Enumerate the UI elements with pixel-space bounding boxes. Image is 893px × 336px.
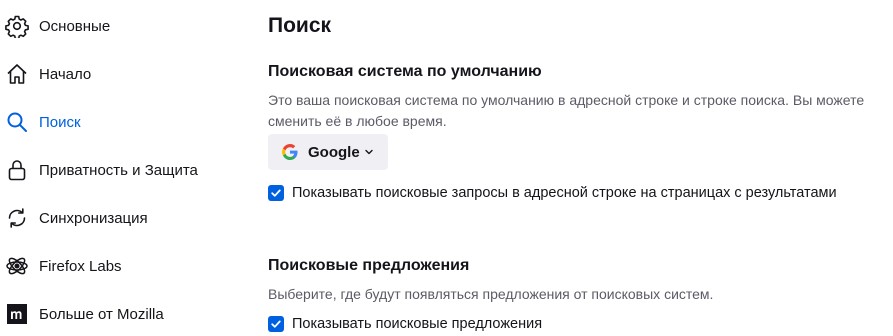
sidebar-item-general[interactable]: Основные [0, 4, 230, 48]
show-search-terms-row[interactable]: Показывать поисковые запросы в адресной … [268, 182, 837, 204]
sidebar-item-search[interactable]: Поиск [0, 100, 230, 144]
show-search-terms-label: Показывать поисковые запросы в адресной … [292, 185, 837, 201]
sidebar-item-label: Поиск [39, 113, 81, 131]
sidebar-item-privacy[interactable]: Приватность и Защита [0, 148, 230, 192]
main-content: Поиск Поисковая система по умолчанию Это… [268, 0, 893, 336]
sidebar: Основные Начало Поиск Приватность и Защи… [0, 0, 240, 336]
default-engine-label: Google [308, 143, 360, 161]
sidebar-item-firefox-labs[interactable]: Firefox Labs [0, 244, 230, 288]
gear-icon [4, 13, 30, 39]
page-title: Поиск [268, 14, 332, 37]
chevron-down-icon [364, 147, 374, 157]
sidebar-item-label: Основные [39, 17, 111, 35]
suggestions-description: Выберите, где будут появляться предложен… [268, 286, 714, 302]
show-suggestions-checkbox[interactable] [268, 316, 284, 332]
show-suggestions-label: Показывать поисковые предложения [292, 316, 543, 332]
show-suggestions-row[interactable]: Показывать поисковые предложения [268, 313, 542, 335]
search-icon [4, 109, 30, 135]
suggestions-heading: Поисковые предложения [268, 257, 470, 274]
sidebar-item-label: Приватность и Защита [39, 161, 198, 179]
sidebar-item-label: Начало [39, 65, 92, 83]
default-engine-description: Это ваша поисковая система по умолчанию … [268, 92, 865, 129]
google-icon [282, 144, 298, 160]
show-search-terms-checkbox[interactable] [268, 185, 284, 201]
sidebar-item-sync[interactable]: Синхронизация [0, 196, 230, 240]
default-engine-dropdown[interactable]: Google [268, 134, 388, 170]
sidebar-item-home[interactable]: Начало [0, 52, 230, 96]
sidebar-item-label: Синхронизация [39, 209, 148, 227]
sidebar-item-label: Firefox Labs [39, 257, 122, 275]
sidebar-item-label: Больше от Mozilla [39, 305, 164, 323]
sidebar-item-more-from-mozilla[interactable]: Больше от Mozilla [0, 292, 230, 336]
atom-icon [4, 253, 30, 279]
mozilla-icon [4, 301, 30, 327]
default-engine-heading: Поисковая система по умолчанию [268, 63, 542, 80]
lock-icon [4, 157, 30, 183]
home-icon [4, 61, 30, 87]
sync-icon [4, 205, 30, 231]
